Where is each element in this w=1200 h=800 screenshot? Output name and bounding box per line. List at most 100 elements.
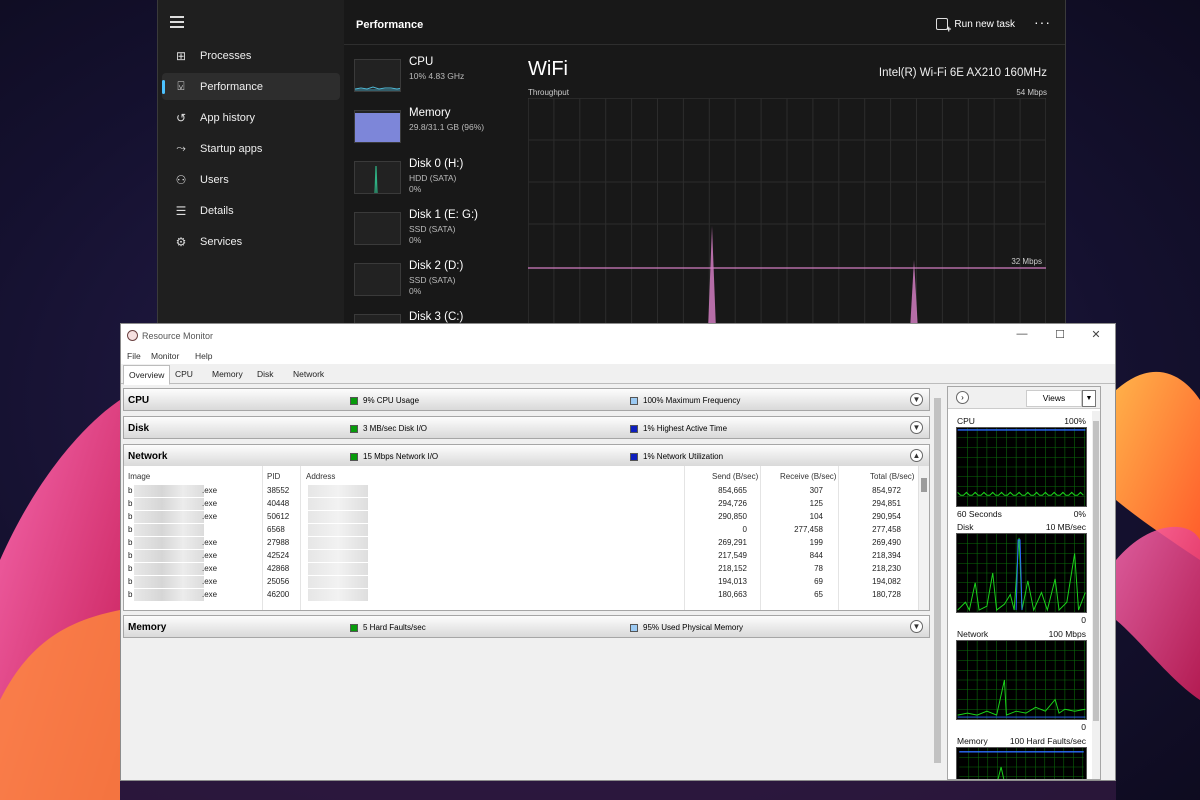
- sidebar-item-performance[interactable]: ⍌ Performance: [162, 73, 340, 100]
- redacted-image-name: [134, 563, 204, 575]
- network-utilization-text: 1% Network Utilization: [643, 452, 724, 461]
- network-graph-label: Network: [957, 629, 989, 639]
- cell-send: 217,549: [718, 551, 747, 560]
- sidebar-item-users[interactable]: ⚇ Users: [162, 166, 340, 193]
- cell-receive: 65: [814, 590, 823, 599]
- redacted-image-name: [134, 589, 204, 601]
- sidebar-item-app-history[interactable]: ↺ App history: [162, 104, 340, 131]
- redacted-image-name: [134, 498, 204, 510]
- main-scrollbar[interactable]: [933, 386, 943, 780]
- network-section-header[interactable]: Network 15 Mbps Network I/O 1% Network U…: [123, 444, 930, 467]
- column-header-receive[interactable]: Receive (B/sec): [780, 472, 836, 481]
- scrollbar-thumb[interactable]: [934, 398, 941, 763]
- cell-image-ext: .exe: [202, 577, 218, 586]
- table-row[interactable]: b .exe 27988 269,291 199 269,490: [124, 537, 919, 550]
- hard-faults-text: 5 Hard Faults/sec: [363, 623, 426, 632]
- redacted-address: [308, 511, 368, 523]
- perf-item-disk-2[interactable]: Disk 2 (D:) SSD (SATA) 0%: [354, 260, 514, 304]
- menu-file[interactable]: File: [127, 351, 141, 361]
- cpu-usage-text: 9% CPU Usage: [363, 396, 420, 405]
- chevron-down-icon[interactable]: ▼: [910, 393, 923, 406]
- table-row[interactable]: b .exe 50612 290,850 104 290,954: [124, 511, 919, 524]
- cell-receive: 844: [809, 551, 823, 560]
- table-row[interactable]: b .exe 38552 854,665 307 854,972: [124, 485, 919, 498]
- cell-image-ext: .exe: [202, 551, 218, 560]
- disk-section-header[interactable]: Disk 3 MB/sec Disk I/O 1% Highest Active…: [123, 416, 930, 439]
- sidebar-item-label: Startup apps: [200, 142, 263, 155]
- sidebar-item-details[interactable]: ☰ Details: [162, 197, 340, 224]
- disk-graph-max: 10 MB/sec: [1045, 522, 1086, 532]
- perf-item-cpu[interactable]: CPU 10% 4.83 GHz: [354, 56, 514, 100]
- table-row[interactable]: b .exe 42868 218,152 78 218,230: [124, 563, 919, 576]
- redacted-image-name: [134, 485, 204, 497]
- cpu-graph-timespan: 60 Seconds: [957, 509, 1002, 519]
- column-header-image[interactable]: Image: [128, 472, 150, 481]
- column-header-pid[interactable]: PID: [267, 472, 280, 481]
- table-row[interactable]: b .exe 25056 194,013 69 194,082: [124, 576, 919, 589]
- graph-panel-scrollbar[interactable]: [1092, 411, 1100, 779]
- cpu-usage-stat: 9% CPU Usage: [350, 396, 419, 405]
- chevron-down-icon[interactable]: ▼: [910, 421, 923, 434]
- sidebar-item-label: Processes: [200, 49, 252, 62]
- memory-section-header[interactable]: Memory 5 Hard Faults/sec 95% Used Physic…: [123, 615, 930, 638]
- network-graph-min: 0: [1081, 722, 1086, 732]
- tab-disk[interactable]: Disk: [257, 369, 274, 379]
- dropdown-arrow-icon[interactable]: ▼: [1082, 390, 1096, 407]
- table-row[interactable]: b 6568 0 277,458 277,458: [124, 524, 919, 537]
- tab-cpu[interactable]: CPU: [175, 369, 193, 379]
- network-section-title: Network: [128, 451, 168, 462]
- cpu-section-header[interactable]: CPU 9% CPU Usage 100% Maximum Frequency …: [123, 388, 930, 411]
- cell-image: b: [128, 590, 133, 599]
- resource-monitor-icon: [127, 330, 138, 341]
- cpu-graph-min: 0%: [1073, 509, 1086, 519]
- column-header-send[interactable]: Send (B/sec): [712, 472, 758, 481]
- column-header-address[interactable]: Address: [306, 472, 335, 481]
- sidebar-item-services[interactable]: ⚙ Services: [162, 228, 340, 255]
- cell-image: b: [128, 551, 133, 560]
- table-row[interactable]: b .exe 40448 294,726 125 294,851: [124, 498, 919, 511]
- wifi-scale-label: 32 Mbps: [1011, 257, 1042, 266]
- cell-image: b: [128, 486, 133, 495]
- menu-help[interactable]: Help: [195, 351, 212, 361]
- cell-send: 294,726: [718, 499, 747, 508]
- column-header-total[interactable]: Total (B/sec): [870, 472, 914, 481]
- redacted-address: [308, 524, 368, 536]
- memory-section-title: Memory: [128, 622, 167, 633]
- views-dropdown[interactable]: Views: [1026, 390, 1082, 407]
- scrollbar-thumb[interactable]: [921, 478, 927, 492]
- close-icon[interactable]: ✕: [1081, 328, 1111, 344]
- perf-thumbnail-graph: [354, 110, 401, 143]
- lightblue-indicator-icon: [630, 396, 638, 405]
- table-scrollbar[interactable]: [918, 466, 929, 610]
- scrollbar-thumb[interactable]: [1093, 421, 1099, 721]
- chevron-up-icon[interactable]: ▲: [910, 449, 923, 462]
- tab-overview[interactable]: Overview: [123, 365, 171, 385]
- menu-bar: File Monitor Help: [121, 348, 1115, 364]
- perf-item-memory[interactable]: Memory 29.8/31.1 GB (96%): [354, 107, 514, 151]
- table-row[interactable]: b .exe 42524 217,549 844 218,394: [124, 550, 919, 563]
- cpu-graph-max: 100%: [1064, 416, 1086, 426]
- sidebar-item-startup-apps[interactable]: ⤳ Startup apps: [162, 135, 340, 162]
- cell-receive: 78: [814, 564, 823, 573]
- cell-image: b: [128, 577, 133, 586]
- tab-network[interactable]: Network: [293, 369, 324, 379]
- cpu-frequency-stat: 100% Maximum Frequency: [630, 396, 740, 405]
- hamburger-menu-icon[interactable]: [170, 16, 184, 28]
- table-row[interactable]: b .exe 46200 180,663 65 180,728: [124, 589, 919, 602]
- perf-item-disk-0[interactable]: Disk 0 (H:) HDD (SATA) 0%: [354, 158, 514, 202]
- redacted-image-name: [134, 550, 204, 562]
- tab-memory[interactable]: Memory: [212, 369, 243, 379]
- cell-total: 290,954: [872, 512, 901, 521]
- menu-monitor[interactable]: Monitor: [151, 351, 179, 361]
- perf-thumbnail-graph: [354, 161, 401, 194]
- collapse-panel-icon[interactable]: ›: [956, 391, 969, 404]
- more-options-icon[interactable]: ···: [1034, 14, 1051, 30]
- disk-io-graph: [956, 533, 1087, 613]
- green-indicator-icon: [350, 452, 358, 461]
- perf-item-disk-1[interactable]: Disk 1 (E: G:) SSD (SATA) 0%: [354, 209, 514, 253]
- chevron-down-icon[interactable]: ▼: [910, 620, 923, 633]
- minimize-icon[interactable]: —: [1007, 328, 1037, 344]
- maximize-icon[interactable]: ☐: [1045, 328, 1075, 344]
- run-new-task-button[interactable]: Run new task: [936, 18, 1015, 34]
- sidebar-item-processes[interactable]: ⊞ Processes: [162, 42, 340, 69]
